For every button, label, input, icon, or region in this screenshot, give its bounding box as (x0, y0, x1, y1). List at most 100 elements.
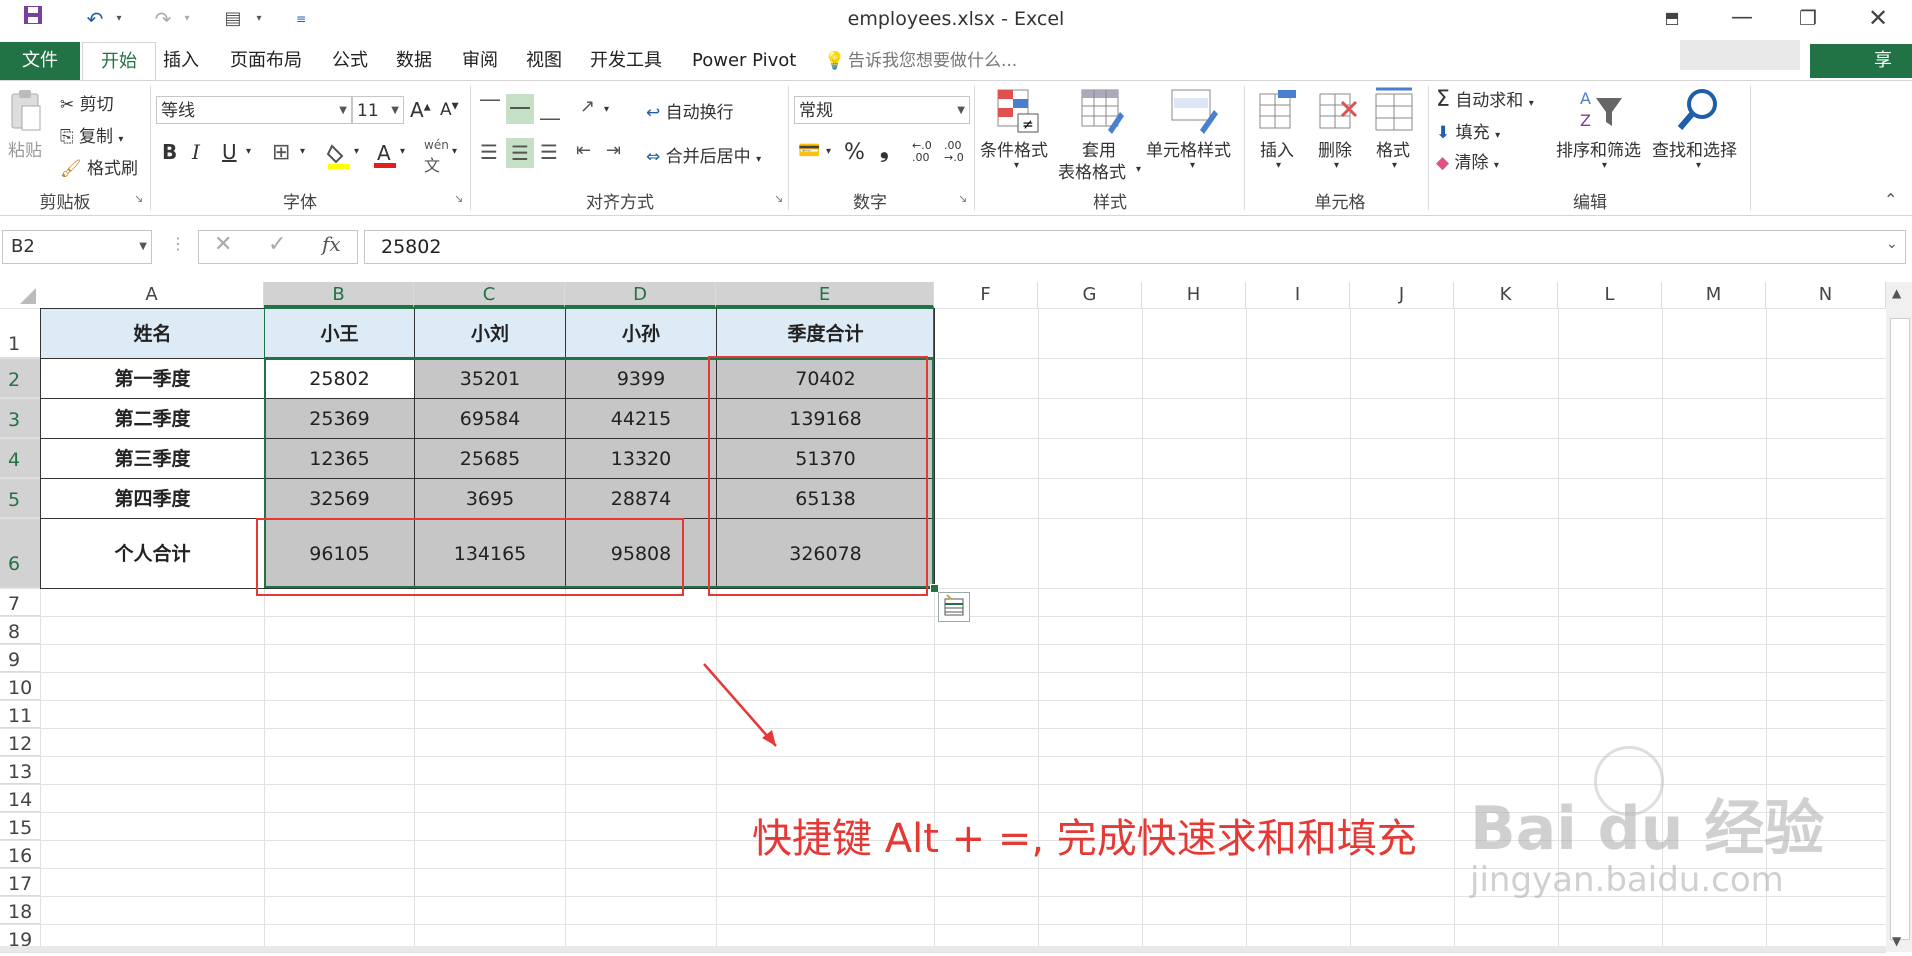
font-name-select[interactable]: 等线 ▼ (156, 96, 352, 124)
borders-dropdown-icon[interactable]: ▾ (300, 146, 305, 157)
alignment-launcher-icon[interactable]: ↘ (774, 192, 783, 205)
shrink-font-icon[interactable]: A▼ (440, 100, 459, 120)
undo-icon[interactable]: ↶ (80, 4, 110, 34)
font-size-select[interactable]: 11 ▼ (352, 96, 404, 124)
scrollbar-thumb[interactable] (1890, 318, 1910, 940)
tell-me-icon[interactable]: 💡 (824, 42, 845, 80)
format-button[interactable]: 格式 (1376, 136, 1410, 161)
close-icon[interactable]: ✕ (1850, 0, 1906, 38)
find-select-icon[interactable] (1676, 86, 1722, 134)
scroll-up-icon[interactable]: ▲ (1892, 286, 1901, 300)
tab-home[interactable]: 开始 (82, 42, 156, 82)
row-header[interactable]: 4 (0, 438, 40, 478)
row-header[interactable]: 5 (0, 478, 40, 518)
column-header[interactable]: E (716, 282, 934, 308)
font-color-icon[interactable]: A (372, 140, 398, 170)
align-right-icon[interactable]: ☰ (540, 140, 558, 164)
column-header[interactable]: B (264, 282, 414, 308)
tab-review[interactable]: 审阅 (462, 42, 498, 80)
format-painter-button[interactable]: 🖌 格式刷 (60, 154, 138, 179)
grow-font-icon[interactable]: A▲ (410, 98, 431, 122)
column-header[interactable]: K (1454, 282, 1558, 308)
row-label-cell[interactable]: 个人合计 (40, 518, 265, 589)
row-header[interactable]: 6 (0, 518, 40, 588)
sort-filter-button[interactable]: 排序和筛选 (1556, 136, 1641, 161)
cut-button[interactable]: ✂ 剪切 (60, 90, 114, 115)
row-header[interactable]: 16 (0, 840, 40, 868)
tab-formulas[interactable]: 公式 (332, 42, 368, 80)
fill-button[interactable]: ⬇ 填充 ▾ (1436, 118, 1500, 143)
table-header-cell[interactable]: 姓名 (40, 308, 265, 359)
decrease-indent-icon[interactable]: ⇤ (576, 140, 591, 161)
bold-button[interactable]: B (162, 140, 177, 164)
row-header[interactable]: 14 (0, 784, 40, 812)
decrease-decimal-button[interactable]: .00 →.0 (944, 140, 972, 164)
format-cells-icon[interactable] (1372, 86, 1416, 134)
row-header[interactable]: 15 (0, 812, 40, 840)
merge-center-button[interactable]: ⇔ 合并后居中 ▾ (646, 142, 761, 167)
conditional-format-icon[interactable]: ≠ (996, 88, 1040, 134)
row-label-cell[interactable]: 第三季度 (40, 438, 265, 479)
scroll-down-icon[interactable]: ▼ (1892, 934, 1901, 948)
column-header[interactable]: C (414, 282, 565, 308)
column-header[interactable]: I (1246, 282, 1350, 308)
align-bottom-icon[interactable]: ⎽ (540, 96, 560, 120)
column-header[interactable]: H (1142, 282, 1246, 308)
column-header[interactable]: A (40, 282, 264, 308)
row-header[interactable]: 1 (0, 308, 40, 358)
row-label-cell[interactable]: 第一季度 (40, 358, 265, 399)
tab-page-layout[interactable]: 页面布局 (230, 42, 302, 80)
align-left-icon[interactable]: ☰ (480, 140, 498, 164)
redo-icon[interactable]: ↷ (148, 4, 178, 34)
ribbon-display-icon[interactable]: ⬒ (1644, 0, 1700, 38)
collapse-ribbon-icon[interactable]: ⌃ (1884, 190, 1897, 209)
row-label-cell[interactable]: 第二季度 (40, 398, 265, 439)
orientation-icon[interactable]: ↗ (580, 96, 595, 117)
row-header[interactable]: 13 (0, 756, 40, 784)
accounting-dropdown-icon[interactable]: ▾ (826, 146, 831, 157)
tell-me-box[interactable]: 告诉我您想要做什么... (848, 42, 1017, 80)
increase-indent-icon[interactable]: ⇥ (606, 140, 621, 161)
cancel-icon[interactable]: ✕ (214, 232, 232, 257)
sort-dropdown-icon[interactable]: ▾ (1602, 160, 1607, 171)
conditional-format-button[interactable]: 条件格式 (980, 136, 1048, 161)
tab-view[interactable]: 视图 (526, 42, 562, 80)
delete-button[interactable]: 删除 (1318, 136, 1352, 161)
restore-icon[interactable]: ❐ (1780, 0, 1836, 38)
expand-formula-icon[interactable]: ⌄ (1886, 236, 1898, 252)
quick-analysis-icon[interactable] (938, 592, 970, 622)
column-header[interactable]: G (1038, 282, 1142, 308)
row-header[interactable]: 2 (0, 358, 40, 398)
form-dropdown-icon[interactable]: ▾ (252, 4, 266, 34)
row-header[interactable]: 12 (0, 728, 40, 756)
tab-file[interactable]: 文件 (0, 42, 80, 80)
row-header[interactable]: 11 (0, 700, 40, 728)
insert-function-icon[interactable]: fx (322, 232, 341, 256)
autosum-button[interactable]: Σ 自动求和 ▾ (1436, 86, 1534, 112)
increase-decimal-button[interactable]: ←.0 .00 (912, 140, 940, 164)
number-format-select[interactable]: 常规 ▼ (794, 96, 970, 124)
delete-dropdown-icon[interactable]: ▾ (1334, 160, 1339, 171)
column-header[interactable]: D (565, 282, 716, 308)
comma-button[interactable]: ❟ (880, 138, 889, 163)
delete-cells-icon[interactable] (1316, 88, 1360, 134)
tab-power-pivot[interactable]: Power Pivot (692, 42, 796, 80)
sort-filter-icon[interactable]: AZ (1578, 86, 1624, 134)
customize-qat-icon[interactable]: ≡ (294, 4, 308, 34)
column-header[interactable]: L (1558, 282, 1662, 308)
wrap-text-button[interactable]: ↩ 自动换行 (646, 98, 734, 123)
column-header[interactable]: J (1350, 282, 1454, 308)
find-dropdown-icon[interactable]: ▾ (1696, 160, 1701, 171)
format-dropdown-icon[interactable]: ▾ (1392, 160, 1397, 171)
fill-dropdown-icon[interactable]: ▾ (354, 146, 359, 157)
underline-dropdown-icon[interactable]: ▾ (246, 146, 251, 157)
row-header[interactable]: 17 (0, 868, 40, 896)
redo-dropdown-icon[interactable]: ▾ (180, 4, 194, 34)
align-top-icon[interactable]: ⎺ (480, 96, 500, 120)
clipboard-launcher-icon[interactable]: ↘ (134, 192, 143, 205)
orientation-dropdown-icon[interactable]: ▾ (604, 104, 609, 115)
row-header[interactable]: 3 (0, 398, 40, 438)
copy-button[interactable]: ⎘ 复制 ▾ (60, 122, 123, 147)
accounting-format-icon[interactable]: 💳 (798, 140, 820, 161)
format-as-table-icon[interactable] (1080, 88, 1124, 134)
